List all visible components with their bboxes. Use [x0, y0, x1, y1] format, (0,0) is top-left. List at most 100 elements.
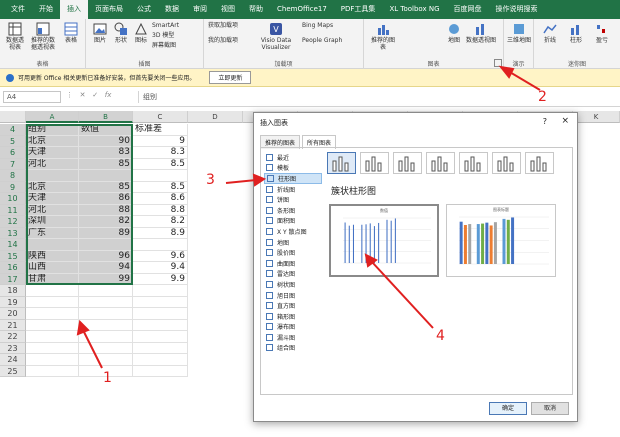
table-button[interactable]: 表格 [60, 22, 82, 44]
cell[interactable] [133, 331, 188, 343]
maps-button[interactable]: 地图 [444, 22, 464, 44]
update-now-button[interactable]: 立即更新 [209, 71, 252, 84]
cell[interactable] [133, 296, 188, 308]
get-addins-button[interactable]: 获取加载项 [208, 22, 248, 29]
cell[interactable] [79, 319, 133, 331]
cell[interactable] [26, 319, 79, 331]
select-all-corner[interactable] [0, 111, 26, 123]
cell[interactable] [26, 331, 79, 343]
cell[interactable]: 94 [79, 262, 133, 274]
cell[interactable] [79, 331, 133, 343]
visio-button[interactable]: V Visio Data Visualizer [254, 22, 298, 51]
cell[interactable]: 山西 [26, 262, 79, 274]
cell[interactable]: 89 [79, 227, 133, 239]
cell[interactable] [26, 296, 79, 308]
cell[interactable] [26, 285, 79, 297]
chart-type-item[interactable]: 折线图 [264, 184, 322, 195]
row-header[interactable]: 9 [0, 181, 26, 193]
menu-tab[interactable]: 审阅 [186, 0, 214, 19]
row-header[interactable]: 5 [0, 135, 26, 147]
cell[interactable]: 86 [79, 193, 133, 205]
cell[interactable] [26, 308, 79, 320]
cell[interactable] [26, 354, 79, 366]
cell[interactable]: 河北 [26, 158, 79, 170]
screenshot-button[interactable]: 屏幕截图 [152, 42, 202, 49]
pivot-chart-button[interactable]: 数据透视图 [466, 22, 496, 44]
recommended-charts-button[interactable]: 推荐的图表 [370, 22, 396, 51]
menu-tab[interactable]: 公式 [130, 0, 158, 19]
chart-subtype-thumb[interactable] [327, 152, 356, 174]
name-box[interactable]: A4 [3, 91, 61, 103]
column-header[interactable]: A [26, 111, 79, 123]
row-header[interactable]: 4 [0, 124, 26, 136]
cell[interactable]: 8.2 [133, 216, 188, 228]
cell[interactable]: 标准差 [133, 124, 188, 136]
cell[interactable]: 9.4 [133, 262, 188, 274]
cell[interactable]: 8.6 [133, 193, 188, 205]
sparkline-column-button[interactable]: 柱形 [564, 22, 588, 44]
chart-type-item[interactable]: 饼图 [264, 194, 322, 205]
people-graph-button[interactable]: People Graph [302, 37, 360, 44]
row-header[interactable]: 10 [0, 193, 26, 205]
menu-tab[interactable]: 百度网盘 [447, 0, 489, 19]
cell[interactable]: 数值 [79, 124, 133, 136]
row-header[interactable]: 12 [0, 216, 26, 228]
cell[interactable] [26, 365, 79, 377]
row-header[interactable]: 20 [0, 308, 26, 320]
row-header[interactable]: 18 [0, 285, 26, 297]
row-header[interactable]: 13 [0, 227, 26, 239]
column-header[interactable]: C [133, 111, 188, 123]
menu-tab[interactable]: 视图 [214, 0, 242, 19]
cell[interactable]: 96 [79, 250, 133, 262]
chart-subtype-thumb[interactable] [360, 152, 389, 174]
cell[interactable] [26, 170, 79, 182]
menu-tab[interactable]: 开始 [32, 0, 60, 19]
chart-type-item[interactable]: X Y 散点图 [264, 226, 322, 237]
column-header[interactable]: K [573, 111, 620, 123]
cell[interactable]: 83 [79, 147, 133, 159]
cell[interactable]: 9.9 [133, 273, 188, 285]
chart-type-item[interactable]: 曲面图 [264, 258, 322, 269]
menu-tab[interactable]: ChemOffice17 [270, 0, 334, 19]
row-header[interactable]: 6 [0, 147, 26, 159]
cell[interactable] [133, 354, 188, 366]
cell[interactable] [133, 365, 188, 377]
menu-tab[interactable]: 帮助 [242, 0, 270, 19]
chart-preview-1[interactable]: 数值 [329, 204, 439, 277]
column-header[interactable]: D [188, 111, 243, 123]
chart-type-item[interactable]: 瀑布图 [264, 322, 322, 333]
chart-subtype-thumb[interactable] [525, 152, 554, 174]
chart-type-item[interactable]: 柱形图 [264, 173, 322, 184]
menu-tab[interactable]: 页面布局 [88, 0, 130, 19]
chart-type-item[interactable]: 股价图 [264, 247, 322, 258]
row-header[interactable]: 17 [0, 273, 26, 285]
cell[interactable]: 天津 [26, 147, 79, 159]
cell[interactable]: 组别 [26, 124, 79, 136]
cell[interactable]: 8.8 [133, 204, 188, 216]
cancel-button[interactable]: 取消 [531, 402, 569, 415]
row-header[interactable]: 14 [0, 239, 26, 251]
cell[interactable]: 82 [79, 216, 133, 228]
cell[interactable] [133, 319, 188, 331]
smartart-button[interactable]: SmartArt [152, 22, 202, 29]
chart-preview-2[interactable]: 图表标题 [446, 204, 556, 277]
cell[interactable]: 北京 [26, 135, 79, 147]
cell[interactable]: 90 [79, 135, 133, 147]
cell[interactable] [133, 285, 188, 297]
chart-type-item[interactable]: 面积图 [264, 216, 322, 227]
cell[interactable]: 陕西 [26, 250, 79, 262]
3d-map-button[interactable]: 三维地图 [507, 22, 531, 44]
cell[interactable] [26, 342, 79, 354]
chart-type-item[interactable]: 模板 [264, 163, 322, 174]
chart-subtype-thumb[interactable] [492, 152, 521, 174]
dialog-close-button[interactable]: × [561, 116, 569, 126]
cell[interactable]: 河北 [26, 204, 79, 216]
cell[interactable] [133, 239, 188, 251]
menu-tab[interactable]: XL Toolbox NG [382, 0, 446, 19]
cell[interactable] [79, 308, 133, 320]
cell[interactable]: 深圳 [26, 216, 79, 228]
cell[interactable]: 天津 [26, 193, 79, 205]
chart-type-item[interactable]: 旭日图 [264, 290, 322, 301]
charts-dialog-launcher-icon[interactable] [494, 59, 502, 67]
pivot-table-button[interactable]: 数据透视表 [4, 22, 26, 51]
